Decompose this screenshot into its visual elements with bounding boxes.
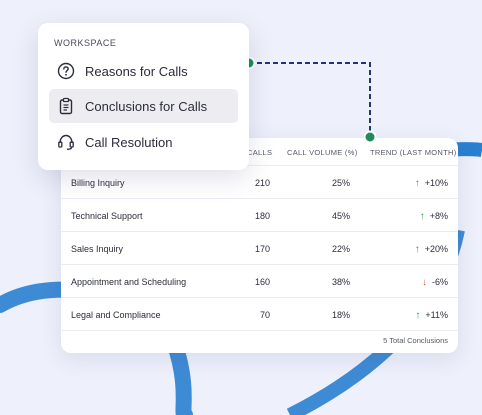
- row-trend: ↑ +10%: [415, 178, 448, 189]
- table-footer-total: 5 Total Conclusions: [383, 336, 448, 345]
- row-trend: ↓ -6%: [422, 277, 448, 288]
- row-calls: 210: [254, 178, 270, 188]
- table-row[interactable]: Legal and Compliance 70 18% ↑ +11%: [61, 298, 458, 331]
- row-name: Legal and Compliance: [71, 310, 161, 320]
- row-trend: ↑ +20%: [415, 244, 448, 255]
- row-volume: 18%: [331, 310, 350, 320]
- clipboard-icon: [59, 97, 73, 115]
- trend-down-icon: ↓: [421, 277, 427, 288]
- row-trend: ↑ +11%: [415, 310, 448, 321]
- header-calls[interactable]: CALLS: [247, 148, 272, 157]
- menu-item-call-resolution[interactable]: Call Resolution: [49, 125, 238, 159]
- trend-value: +10%: [424, 178, 448, 188]
- menu-item-label: Conclusions for Calls: [85, 99, 208, 114]
- trend-value: -6%: [431, 277, 448, 287]
- trend-up-icon: ↑: [414, 178, 420, 189]
- header-trend[interactable]: TREND (LAST MONTH): [370, 148, 457, 157]
- workspace-menu: WORKSPACE Reasons for Calls Conclusions …: [38, 23, 249, 170]
- header-call-volume[interactable]: CALL VOLUME (%): [287, 148, 358, 157]
- row-calls: 170: [254, 244, 270, 254]
- row-volume: 22%: [331, 244, 350, 254]
- row-volume: 38%: [331, 277, 350, 287]
- question-circle-icon: [57, 62, 75, 80]
- workspace-heading: WORKSPACE: [54, 38, 117, 48]
- row-trend: ↑ +8%: [420, 211, 448, 222]
- row-name: Sales Inquiry: [71, 244, 124, 254]
- menu-item-label: Reasons for Calls: [85, 64, 188, 79]
- row-name: Appointment and Scheduling: [71, 277, 187, 287]
- trend-value: +8%: [429, 211, 448, 221]
- table-row[interactable]: Billing Inquiry 210 25% ↑ +10%: [61, 166, 458, 199]
- menu-item-conclusions-for-calls[interactable]: Conclusions for Calls: [49, 89, 238, 123]
- headset-icon: [58, 134, 74, 150]
- trend-value: +20%: [424, 244, 448, 254]
- row-name: Technical Support: [71, 211, 143, 221]
- row-volume: 45%: [331, 211, 350, 221]
- conclusions-table-card: CALLS CALL VOLUME (%) TREND (LAST MONTH)…: [61, 138, 458, 353]
- trend-up-icon: ↑: [414, 244, 420, 255]
- row-name: Billing Inquiry: [71, 178, 125, 188]
- table-row[interactable]: Sales Inquiry 170 22% ↑ +20%: [61, 232, 458, 265]
- row-calls: 160: [254, 277, 270, 287]
- menu-item-reasons-for-calls[interactable]: Reasons for Calls: [49, 54, 238, 88]
- table-row[interactable]: Appointment and Scheduling 160 38% ↓ -6%: [61, 265, 458, 298]
- trend-up-icon: ↑: [415, 310, 421, 321]
- row-calls: 70: [259, 310, 270, 320]
- row-calls: 180: [254, 211, 270, 221]
- table-row[interactable]: Technical Support 180 45% ↑ +8%: [61, 199, 458, 232]
- row-volume: 25%: [331, 178, 350, 188]
- trend-up-icon: ↑: [419, 211, 425, 222]
- menu-item-label: Call Resolution: [85, 135, 173, 150]
- trend-value: +11%: [425, 310, 448, 320]
